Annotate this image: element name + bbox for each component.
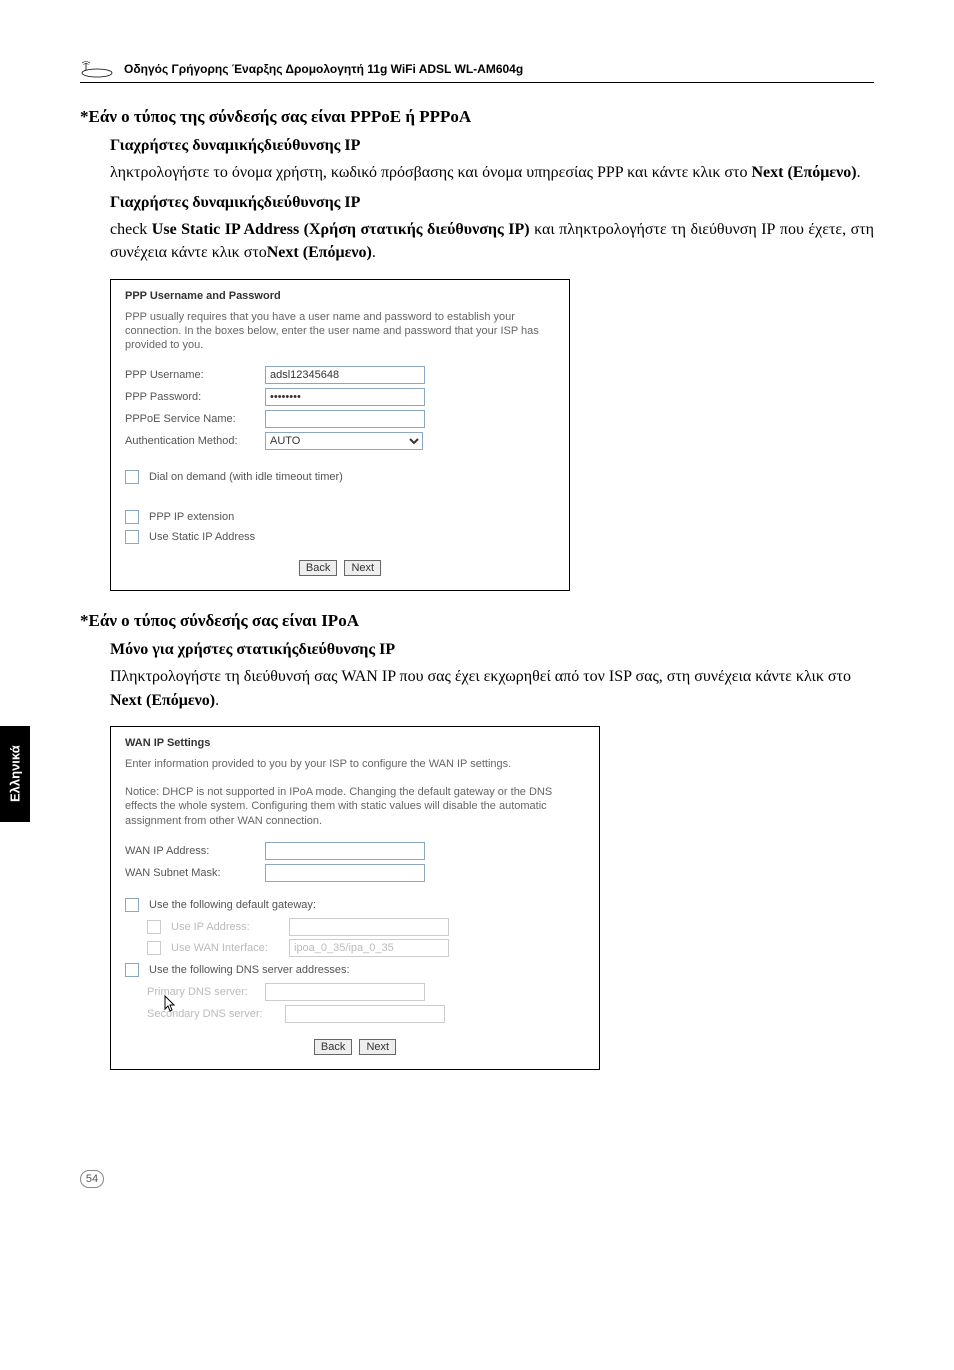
sc2-desc2: Notice: DHCP is not supported in IPoA mo…: [125, 785, 585, 828]
section1-sub2: Γιαχρήστες δυναμικήςδιεύθυνσης ΙΡ: [110, 194, 874, 212]
sc2-desc1: Enter information provided to you by you…: [125, 757, 585, 771]
ppp-ip-ext-label: PPP IP extension: [149, 511, 234, 523]
text-bold: Next (Επόμενο): [267, 244, 372, 261]
use-wan-interface-label: Use WAN Interface:: [171, 942, 289, 954]
text: .: [215, 692, 219, 709]
ppp-ip-ext-checkbox[interactable]: [125, 510, 139, 524]
screenshot-wanip: WAN IP Settings Enter information provid…: [110, 726, 874, 1070]
section2-para1: Πληκτρολογήστε τη διεύθυνσή σας WAN IP π…: [110, 665, 874, 711]
header-bar: Οδηγός Γρήγορης Έναρξης Δρομολογητή 11g …: [80, 60, 874, 83]
back-button[interactable]: Back: [314, 1039, 352, 1055]
screenshot-ppp: PPP Username and Password PPP usually re…: [110, 279, 874, 592]
language-tab: Ελληνικά: [0, 726, 30, 822]
text-bold: Use Static IP Address (Χρήση στατικής δι…: [152, 221, 530, 238]
sc2-title: WAN IP Settings: [125, 737, 585, 749]
text: .: [372, 244, 376, 261]
secondary-dns-input[interactable]: [285, 1005, 445, 1023]
text-bold: Next (Επόμενο): [751, 164, 856, 181]
use-default-gw-checkbox[interactable]: [125, 898, 139, 912]
dial-on-demand-label: Dial on demand (with idle timeout timer): [149, 471, 343, 483]
text: ληκτρολογήστε το όνομα χρήστη, κωδικό πρ…: [110, 164, 751, 181]
use-wan-interface-input[interactable]: [289, 939, 449, 957]
section1-para1: ληκτρολογήστε το όνομα χρήστη, κωδικό πρ…: [110, 161, 874, 184]
next-button[interactable]: Next: [344, 560, 381, 576]
section1-heading: *Εάν ο τύπος της σύνδεσής σας είναι PPPo…: [80, 107, 874, 127]
auth-method-label: Authentication Method:: [125, 435, 265, 447]
use-ip-address-label: Use IP Address:: [171, 921, 289, 933]
sc1-desc: PPP usually requires that you have a use…: [125, 310, 555, 353]
ppp-username-input[interactable]: [265, 366, 425, 384]
secondary-dns-label: Secondary DNS server:: [147, 1008, 285, 1020]
text: .: [857, 164, 861, 181]
primary-dns-label: Primary DNS server:: [147, 986, 265, 998]
wan-ip-label: WAN IP Address:: [125, 845, 265, 857]
header-title: Οδηγός Γρήγορης Έναρξης Δρομολογητή 11g …: [124, 62, 523, 76]
pppoe-service-label: PPPoE Service Name:: [125, 413, 265, 425]
use-dns-label: Use the following DNS server addresses:: [149, 964, 350, 976]
router-icon: [80, 60, 114, 78]
back-button[interactable]: Back: [299, 560, 337, 576]
text: Πληκτρολογήστε τη διεύθυνσή σας WAN IP π…: [110, 668, 851, 685]
use-static-ip-label: Use Static IP Address: [149, 531, 255, 543]
pppoe-service-input[interactable]: [265, 410, 425, 428]
ppp-password-label: PPP Password:: [125, 391, 265, 403]
sc1-title: PPP Username and Password: [125, 290, 555, 302]
use-ip-address-input[interactable]: [289, 918, 449, 936]
ppp-password-input[interactable]: [265, 388, 425, 406]
use-static-ip-checkbox[interactable]: [125, 530, 139, 544]
section2-heading: *Εάν ο τύπος σύνδεσής σας είναι IPoA: [80, 611, 874, 631]
section1-para2: check Use Static IP Address (Χρήση στατι…: [110, 218, 874, 264]
text: check: [110, 221, 152, 238]
use-default-gw-label: Use the following default gateway:: [149, 899, 316, 911]
ppp-username-label: PPP Username:: [125, 369, 265, 381]
wan-mask-input[interactable]: [265, 864, 425, 882]
wan-ip-input[interactable]: [265, 842, 425, 860]
dial-on-demand-checkbox[interactable]: [125, 470, 139, 484]
text-bold: Next (Επόμενο): [110, 692, 215, 709]
primary-dns-input[interactable]: [265, 983, 425, 1001]
use-ip-address-checkbox[interactable]: [147, 920, 161, 934]
wan-mask-label: WAN Subnet Mask:: [125, 867, 265, 879]
next-button[interactable]: Next: [359, 1039, 396, 1055]
section2-sub1: Μόνο για χρήστες στατικήςδιεύθυνσης ΙΡ: [110, 641, 874, 659]
use-wan-interface-checkbox[interactable]: [147, 941, 161, 955]
page-number: 54: [80, 1170, 104, 1188]
auth-method-select[interactable]: AUTO: [265, 432, 423, 450]
section1-sub1: Γιαχρήστες δυναμικήςδιεύθυνσης ΙΡ: [110, 137, 874, 155]
use-dns-checkbox[interactable]: [125, 963, 139, 977]
